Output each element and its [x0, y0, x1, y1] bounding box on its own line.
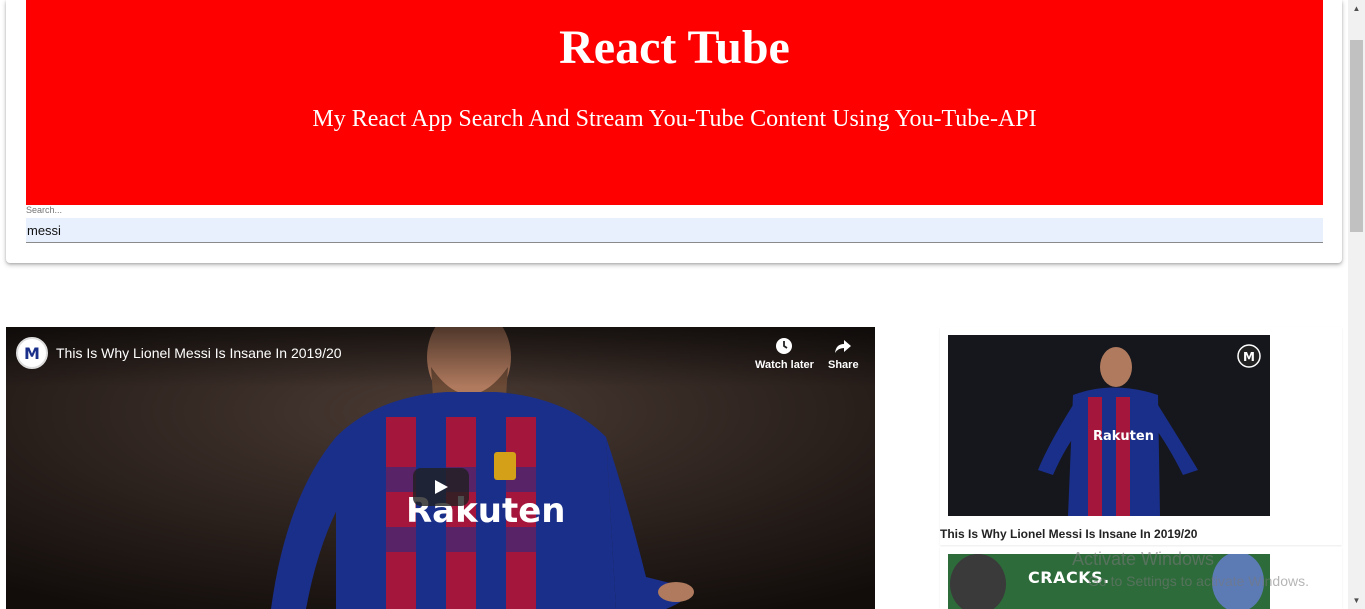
share-button[interactable]: Share — [828, 337, 859, 371]
windows-activation-watermark: Activate Windows Go to Settings to activ… — [1072, 548, 1309, 592]
header-card: React Tube My React App Search And Strea… — [6, 0, 1342, 263]
scroll-up-icon[interactable]: ▲ — [1348, 0, 1365, 17]
video-list-item[interactable]: Rakuten M This Is Why Lionel Messi Is In… — [940, 327, 1342, 545]
share-label: Share — [828, 359, 859, 371]
play-icon — [435, 480, 448, 494]
video-thumbnail[interactable]: Rakuten M — [948, 335, 1270, 516]
svg-text:M: M — [24, 344, 40, 363]
video-list-item-title[interactable]: This Is Why Lionel Messi Is Insane In 20… — [940, 527, 1197, 541]
watermark-line1: Activate Windows — [1072, 549, 1215, 569]
scroll-down-icon[interactable]: ▼ — [1348, 592, 1365, 609]
channel-logo-icon: M — [24, 344, 40, 363]
channel-logo[interactable]: M — [16, 337, 48, 369]
scroll-thumb[interactable] — [1350, 40, 1363, 232]
share-icon — [835, 340, 852, 353]
svg-text:Rakuten: Rakuten — [1093, 429, 1154, 444]
app-subtitle: My React App Search And Stream You-Tube … — [312, 106, 1037, 132]
app-title: React Tube — [559, 21, 790, 74]
clock-icon — [776, 338, 793, 354]
play-button[interactable] — [413, 468, 469, 506]
search-input[interactable] — [26, 218, 1323, 243]
thumbnail-image: Rakuten M — [948, 335, 1270, 516]
search-label: Search... — [26, 205, 63, 215]
player-video-title[interactable]: This Is Why Lionel Messi Is Insane In 20… — [56, 345, 342, 361]
svg-text:M: M — [1243, 350, 1255, 364]
watermark-line2: Go to Settings to activate Windows. — [1088, 573, 1309, 589]
video-player[interactable]: Rakuten M This Is Why Lionel Messi Is In… — [6, 327, 875, 609]
hero-banner: React Tube My React App Search And Strea… — [26, 0, 1323, 205]
watch-later-label: Watch later — [755, 359, 814, 371]
watch-later-button[interactable]: Watch later — [755, 337, 814, 371]
page-scrollbar[interactable]: ▲ ▼ — [1348, 0, 1365, 609]
